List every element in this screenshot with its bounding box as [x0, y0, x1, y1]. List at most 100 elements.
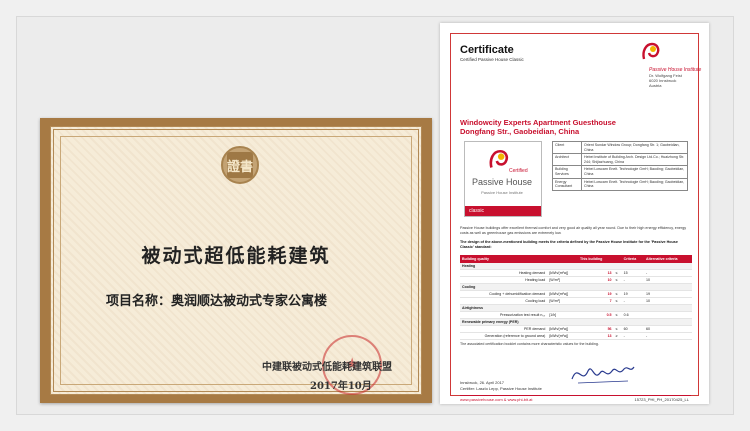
table-cell	[613, 304, 622, 312]
certificate-frame: 證書 被动式超低能耗建筑 项目名称：奥润顺达被动式专家公寓楼 ★ 中建联被动式低…	[50, 126, 422, 395]
table-cell: -	[644, 332, 692, 340]
table-cell	[621, 283, 644, 291]
table-cell: 60	[621, 325, 644, 333]
info-row: Architect Hebei Institute of Building Arc…	[552, 153, 688, 167]
table-cell	[644, 283, 692, 291]
table-row: Pressurization test result n₅₀ [1/h] 0.5 ≤0…	[460, 311, 692, 319]
table-cell: Heating demand	[460, 269, 548, 277]
certificate-subheading: Certified Passive House Classic	[460, 57, 524, 62]
table-cell: Airtightness	[460, 304, 548, 312]
table-cell	[613, 318, 622, 326]
institute-line: Austria	[649, 83, 662, 88]
table-cell	[644, 311, 692, 319]
info-row: Energy Consultant Hebei Lowcarn Enelt. Te…	[552, 177, 688, 191]
building-quality-table: Building quality This building Criteria Alt…	[460, 255, 692, 340]
table-row: Cooling	[460, 283, 692, 291]
table-cell: [kWh/(m²a)]	[547, 290, 579, 298]
table-cell: Pressurization test result n₅₀	[460, 311, 548, 319]
table-cell: ≤	[613, 325, 622, 333]
signature-icon	[571, 366, 635, 384]
table-cell	[644, 318, 692, 326]
table-row: Cooling + dehumidification demand [kWh/(m…	[460, 290, 692, 298]
table-row: Heating load [W/m²] 10 ≤ -10	[460, 276, 692, 284]
table-cell	[621, 304, 644, 312]
seal-emblem-icon: 證書	[221, 146, 259, 184]
certified-badge: Certified Passive House Passive House In…	[464, 141, 542, 217]
table-cell: Renewable primary energy (PER)	[460, 318, 548, 326]
table-row: PER demand [kWh/(m²a)] 56 ≤60 60	[460, 325, 692, 333]
project-line: Dongfang Str., Gaobeidian, China	[460, 127, 580, 136]
table-cell: ≤	[613, 276, 622, 284]
table-cell: -	[621, 332, 644, 340]
certificate-title: 被动式超低能耗建筑	[141, 245, 331, 267]
passive-house-logo-icon	[489, 149, 509, 168]
project-name: 项目名称：奥润顺达被动式专家公寓楼	[106, 294, 328, 309]
table-cell: PER demand	[460, 325, 548, 333]
table-header-row: Building quality This building Criteria Alt…	[460, 255, 692, 263]
table-cell: -	[621, 276, 644, 284]
badge-institute: Passive House Institute	[481, 190, 523, 195]
table-cell: Generation (reference to ground area)	[460, 332, 548, 340]
table-cell: 0.6	[621, 311, 644, 319]
table-cell: Heating load	[460, 276, 548, 284]
certificate-heading: Certificate	[460, 44, 514, 56]
table-cell	[621, 318, 644, 326]
table-row: Renewable primary energy (PER)	[460, 318, 692, 326]
table-header-cell: Building quality	[460, 255, 548, 263]
table-cell: Cooling load	[460, 297, 548, 305]
table-cell: ≥	[613, 332, 622, 340]
certificate-id: 15723_PHI_PH_20170425_LL	[634, 397, 690, 402]
table-cell: 10	[578, 276, 614, 284]
table-cell: [kWh/(m²a)]	[547, 332, 579, 340]
badge-class: classic	[465, 206, 541, 216]
table-cell: 13	[578, 332, 614, 340]
chinese-certificate: 證書 被动式超低能耗建筑 项目名称：奥润顺达被动式专家公寓楼 ★ 中建联被动式低…	[40, 118, 432, 403]
table-header-cell: Criteria	[621, 255, 644, 263]
table-cell: 7	[578, 297, 614, 305]
table-cell	[578, 304, 614, 312]
table-cell	[613, 283, 622, 291]
table-row: Airtightness	[460, 304, 692, 312]
table-header-cell: Alternative criteria	[644, 255, 692, 263]
table-cell: ≤	[613, 311, 622, 319]
table-cell: Cooling + dehumidification demand	[460, 290, 548, 298]
table-cell	[547, 304, 579, 312]
table-cell: [kWh/(m²a)]	[547, 325, 579, 333]
seal-char: 證書	[227, 152, 253, 178]
table-cell: 0.5	[578, 311, 614, 319]
table-cell: 19	[578, 290, 614, 298]
table-cell	[644, 304, 692, 312]
table-cell: [W/m²]	[547, 276, 579, 284]
table-cell: Cooling	[460, 283, 548, 291]
project-title: Windowcity Experts Apartment Guesthouse …	[460, 118, 616, 136]
table-cell: 60	[644, 325, 692, 333]
project-info-table: Client Orient Sundar Window Group; Dongfa…	[552, 140, 688, 191]
intro-text: Passive House buildings offer excellent …	[460, 226, 687, 235]
info-row: Client Orient Sundar Window Group; Dongfa…	[552, 140, 688, 155]
table-cell	[578, 283, 614, 291]
table-cell: [1/h]	[547, 311, 579, 319]
table-cell: -	[644, 269, 692, 277]
table-cell: ≤	[613, 269, 622, 277]
table-cell: 56	[578, 325, 614, 333]
table-cell: [W/m²]	[547, 297, 579, 305]
footnote: The associated certification booklet con…	[460, 342, 599, 346]
table-cell: ≤	[613, 297, 622, 305]
table-cell	[547, 283, 579, 291]
table-header-cell	[613, 255, 622, 263]
table-cell	[547, 318, 579, 326]
certifier-name: Certifier: Laszlo Lepp, Passive House In…	[460, 386, 542, 391]
website-link[interactable]: www.passivehouse.com & www.phi-bit.at	[460, 397, 532, 402]
table-row: Generation (reference to ground area) [kW…	[460, 332, 692, 340]
project-line: Windowcity Experts Apartment Guesthouse	[460, 118, 616, 127]
table-header-cell: This building	[578, 255, 614, 263]
table-row: Cooling load [W/m²] 7 ≤ -10	[460, 297, 692, 305]
passive-house-logo-icon	[642, 42, 660, 60]
table-cell: 19	[644, 290, 692, 298]
sign-place-date: Innsbruck, 26. April 2017	[460, 380, 505, 385]
table-cell: 19	[621, 290, 644, 298]
table-cell: [kWh/(m²a)]	[547, 269, 579, 277]
divider	[460, 395, 691, 396]
institute-address: Passive House Institute Dr. Wolfgang Fei…	[649, 67, 701, 89]
table-cell	[578, 318, 614, 326]
